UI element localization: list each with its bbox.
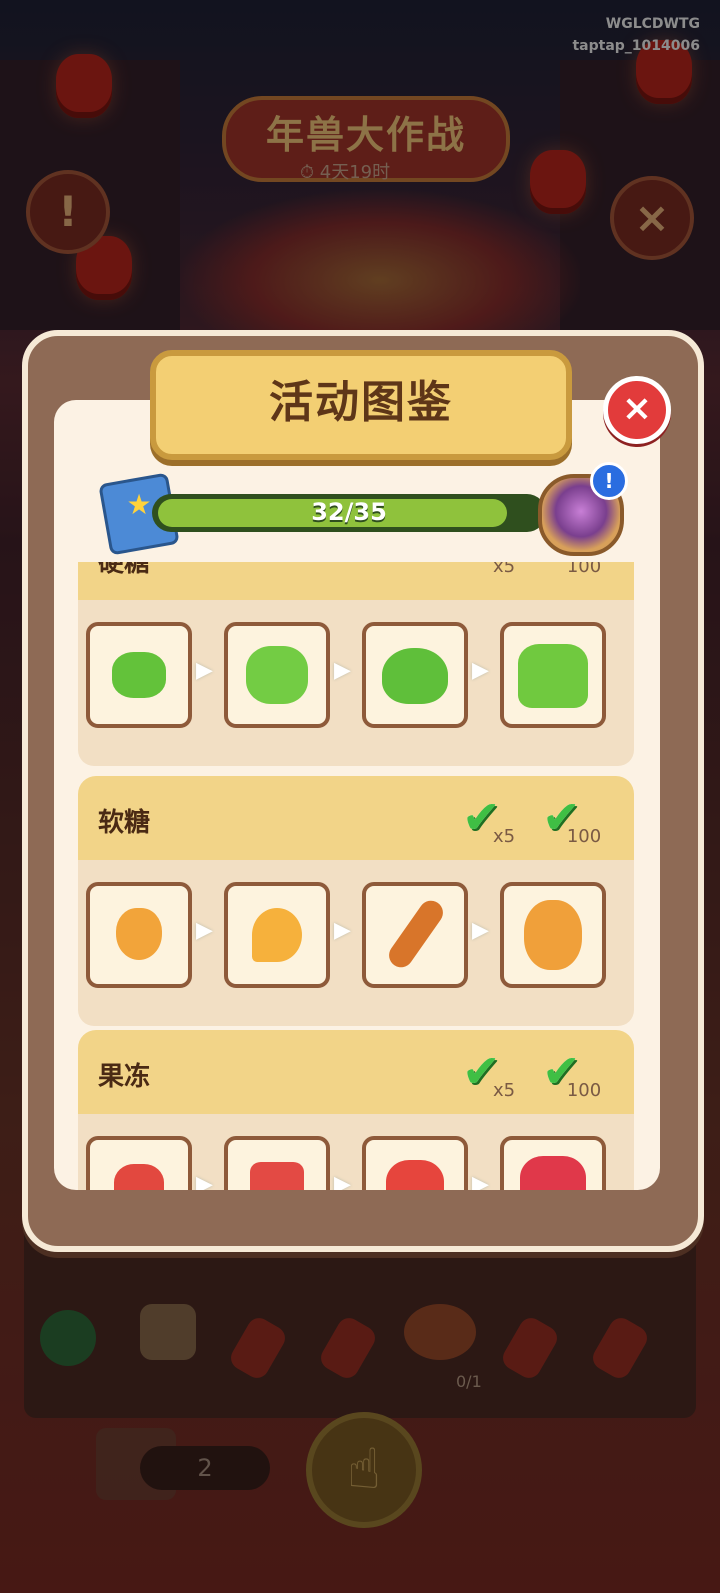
red-heart-jelly-icon: [386, 1160, 444, 1190]
reward-amount: x5: [492, 562, 516, 577]
candy-cell[interactable]: [224, 622, 330, 728]
cola-bottle-gummy-icon: [384, 895, 448, 973]
green-heart-jelly-icon: [382, 648, 448, 704]
collection-section: 果冻 ✔ x5 ✔ 100 ▶ ▶ ▶: [78, 1030, 634, 1190]
candy-cell[interactable]: [500, 622, 606, 728]
section-name: 软糖: [98, 808, 151, 838]
candy-cell[interactable]: [362, 1136, 468, 1190]
candy-cell[interactable]: [224, 1136, 330, 1190]
gummy-bear-icon: [524, 900, 582, 970]
section-name: 硬糖: [98, 562, 151, 578]
candy-cell[interactable]: [500, 1136, 606, 1190]
reward-amount: x5: [492, 826, 516, 847]
candy-cell[interactable]: [362, 622, 468, 728]
candy-cell[interactable]: [86, 882, 192, 988]
candy-cell[interactable]: [86, 622, 192, 728]
reward-claimed-1: ✔ x5: [462, 790, 524, 850]
collection-section: 软糖 ✔ x5 ✔ 100 ▶ ▶ ▶: [78, 776, 634, 1026]
green-jelly-icon: [246, 646, 308, 704]
section-items: ▶ ▶ ▶: [78, 600, 634, 766]
close-button[interactable]: ×: [603, 376, 671, 444]
reward-claimed-2: ✔ 100: [542, 790, 604, 850]
green-gumdrop-icon: [112, 652, 166, 698]
mint-jelly-cake-icon: [518, 644, 588, 708]
red-gumdrop-icon: [114, 1164, 164, 1190]
reward-amount: 100: [566, 1080, 602, 1101]
arrow-right-icon: ▶: [334, 658, 351, 683]
reward-claimed-1: ✔ x5: [462, 562, 524, 580]
arrow-right-icon: ▶: [196, 1172, 213, 1190]
arrow-right-icon: ▶: [334, 1172, 351, 1190]
reward-claimed-2: ✔ 100: [542, 562, 604, 580]
arrow-right-icon: ▶: [196, 918, 213, 943]
arrow-right-icon: ▶: [472, 658, 489, 683]
reward-amount: x5: [492, 1080, 516, 1101]
notification-badge: !: [590, 462, 628, 500]
arrow-right-icon: ▶: [472, 918, 489, 943]
section-items: ▶ ▶ ▶: [78, 1114, 634, 1190]
orange-gumdrop-icon: [116, 908, 162, 960]
candy-cell[interactable]: [362, 882, 468, 988]
collection-progress-text: 32/35: [311, 498, 387, 526]
section-name: 果冻: [98, 1062, 151, 1092]
raspberry-jelly-icon: [520, 1156, 586, 1190]
candy-cell[interactable]: [86, 1136, 192, 1190]
candy-cell[interactable]: [224, 882, 330, 988]
section-items: ▶ ▶ ▶: [78, 860, 634, 1026]
reward-amount: 100: [566, 562, 602, 577]
reward-amount: 100: [566, 826, 602, 847]
candy-cell[interactable]: [500, 882, 606, 988]
reward-claimed-2: ✔ 100: [542, 1044, 604, 1104]
orange-slice-gummy-icon: [252, 908, 302, 962]
collection-list[interactable]: 硬糖 ✔ x5 ✔ 100 ▶ ▶ ▶: [78, 562, 634, 1190]
red-triangle-jelly-icon: [250, 1162, 304, 1190]
modal-title: 活动图鉴: [269, 377, 453, 428]
arrow-right-icon: ▶: [196, 658, 213, 683]
star-icon: ★: [126, 488, 152, 521]
arrow-right-icon: ▶: [334, 918, 351, 943]
collection-section: 硬糖 ✔ x5 ✔ 100 ▶ ▶ ▶: [78, 562, 634, 766]
reward-claimed-1: ✔ x5: [462, 1044, 524, 1104]
arrow-right-icon: ▶: [472, 1172, 489, 1190]
